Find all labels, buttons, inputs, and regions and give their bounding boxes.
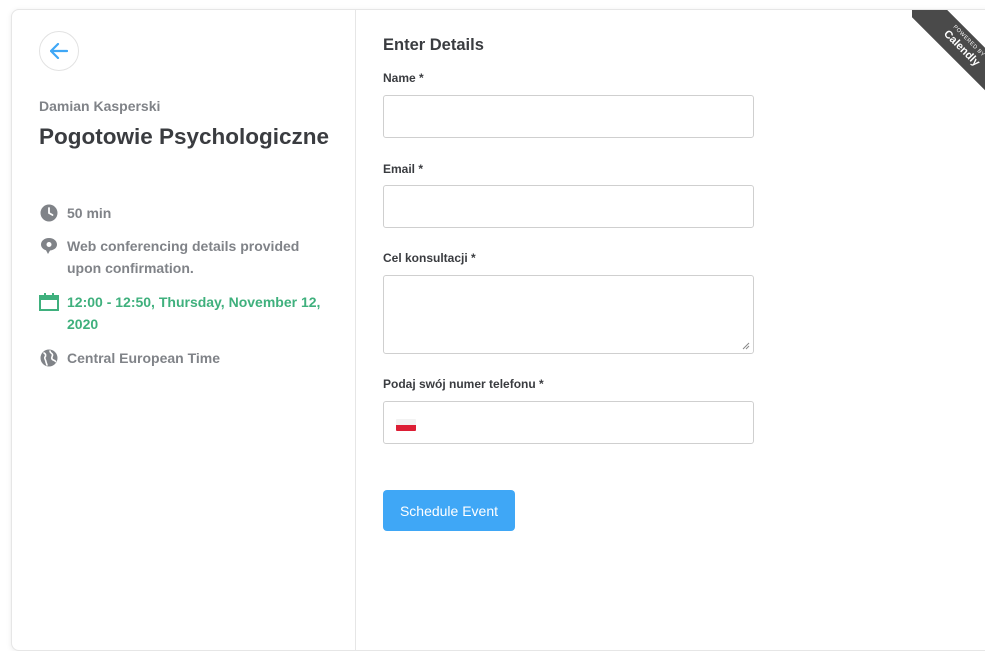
phone-input[interactable]: [384, 402, 753, 443]
poland-flag-icon[interactable]: [396, 419, 416, 431]
timezone-row: Central European Time: [39, 347, 220, 369]
event-title: Pogotowie Psychologiczne: [39, 124, 330, 149]
name-input[interactable]: [384, 96, 753, 137]
event-duration-row: 50 min: [39, 202, 111, 224]
event-duration: 50 min: [67, 205, 112, 221]
event-datetime: 12:00 - 12:50, Thursday, November 12, 20…: [67, 294, 321, 332]
name-label: Name *: [383, 71, 424, 85]
name-field[interactable]: [383, 95, 754, 138]
email-field[interactable]: [383, 185, 754, 228]
arrow-left-icon: [50, 43, 68, 59]
email-input[interactable]: [384, 186, 753, 227]
event-datetime-row: 12:00 - 12:50, Thursday, November 12, 20…: [39, 291, 329, 335]
schedule-event-button[interactable]: Schedule Event: [383, 490, 515, 531]
chat-bubble-icon: [39, 235, 59, 257]
phone-field[interactable]: [383, 401, 754, 444]
conferencing-row: Web conferencing details provided upon c…: [39, 235, 309, 279]
organizer-name: Damian Kasperski: [39, 98, 161, 114]
conferencing-info: Web conferencing details provided upon c…: [67, 238, 300, 276]
calendar-icon: [39, 291, 59, 313]
clock-icon: [39, 202, 59, 224]
event-summary-panel: Damian Kasperski Pogotowie Psychologiczn…: [12, 10, 356, 650]
phone-label: Podaj swój numer telefonu *: [383, 377, 544, 391]
details-form-panel: Enter Details Name * Email * Cel konsult…: [356, 10, 985, 650]
calendly-badge-link[interactable]: POWERED BY Calendly: [912, 10, 985, 100]
purpose-label: Cel konsultacji *: [383, 251, 476, 265]
powered-by-badge: POWERED BY Calendly: [912, 10, 985, 100]
purpose-textarea[interactable]: [384, 276, 753, 353]
globe-icon: [39, 347, 59, 369]
resize-grip-icon[interactable]: [742, 342, 750, 350]
timezone: Central European Time: [67, 350, 221, 366]
booking-card: Damian Kasperski Pogotowie Psychologiczn…: [11, 9, 985, 651]
form-title: Enter Details: [383, 36, 484, 54]
back-button[interactable]: [39, 31, 79, 71]
email-label: Email *: [383, 162, 424, 176]
purpose-field[interactable]: [383, 275, 754, 354]
